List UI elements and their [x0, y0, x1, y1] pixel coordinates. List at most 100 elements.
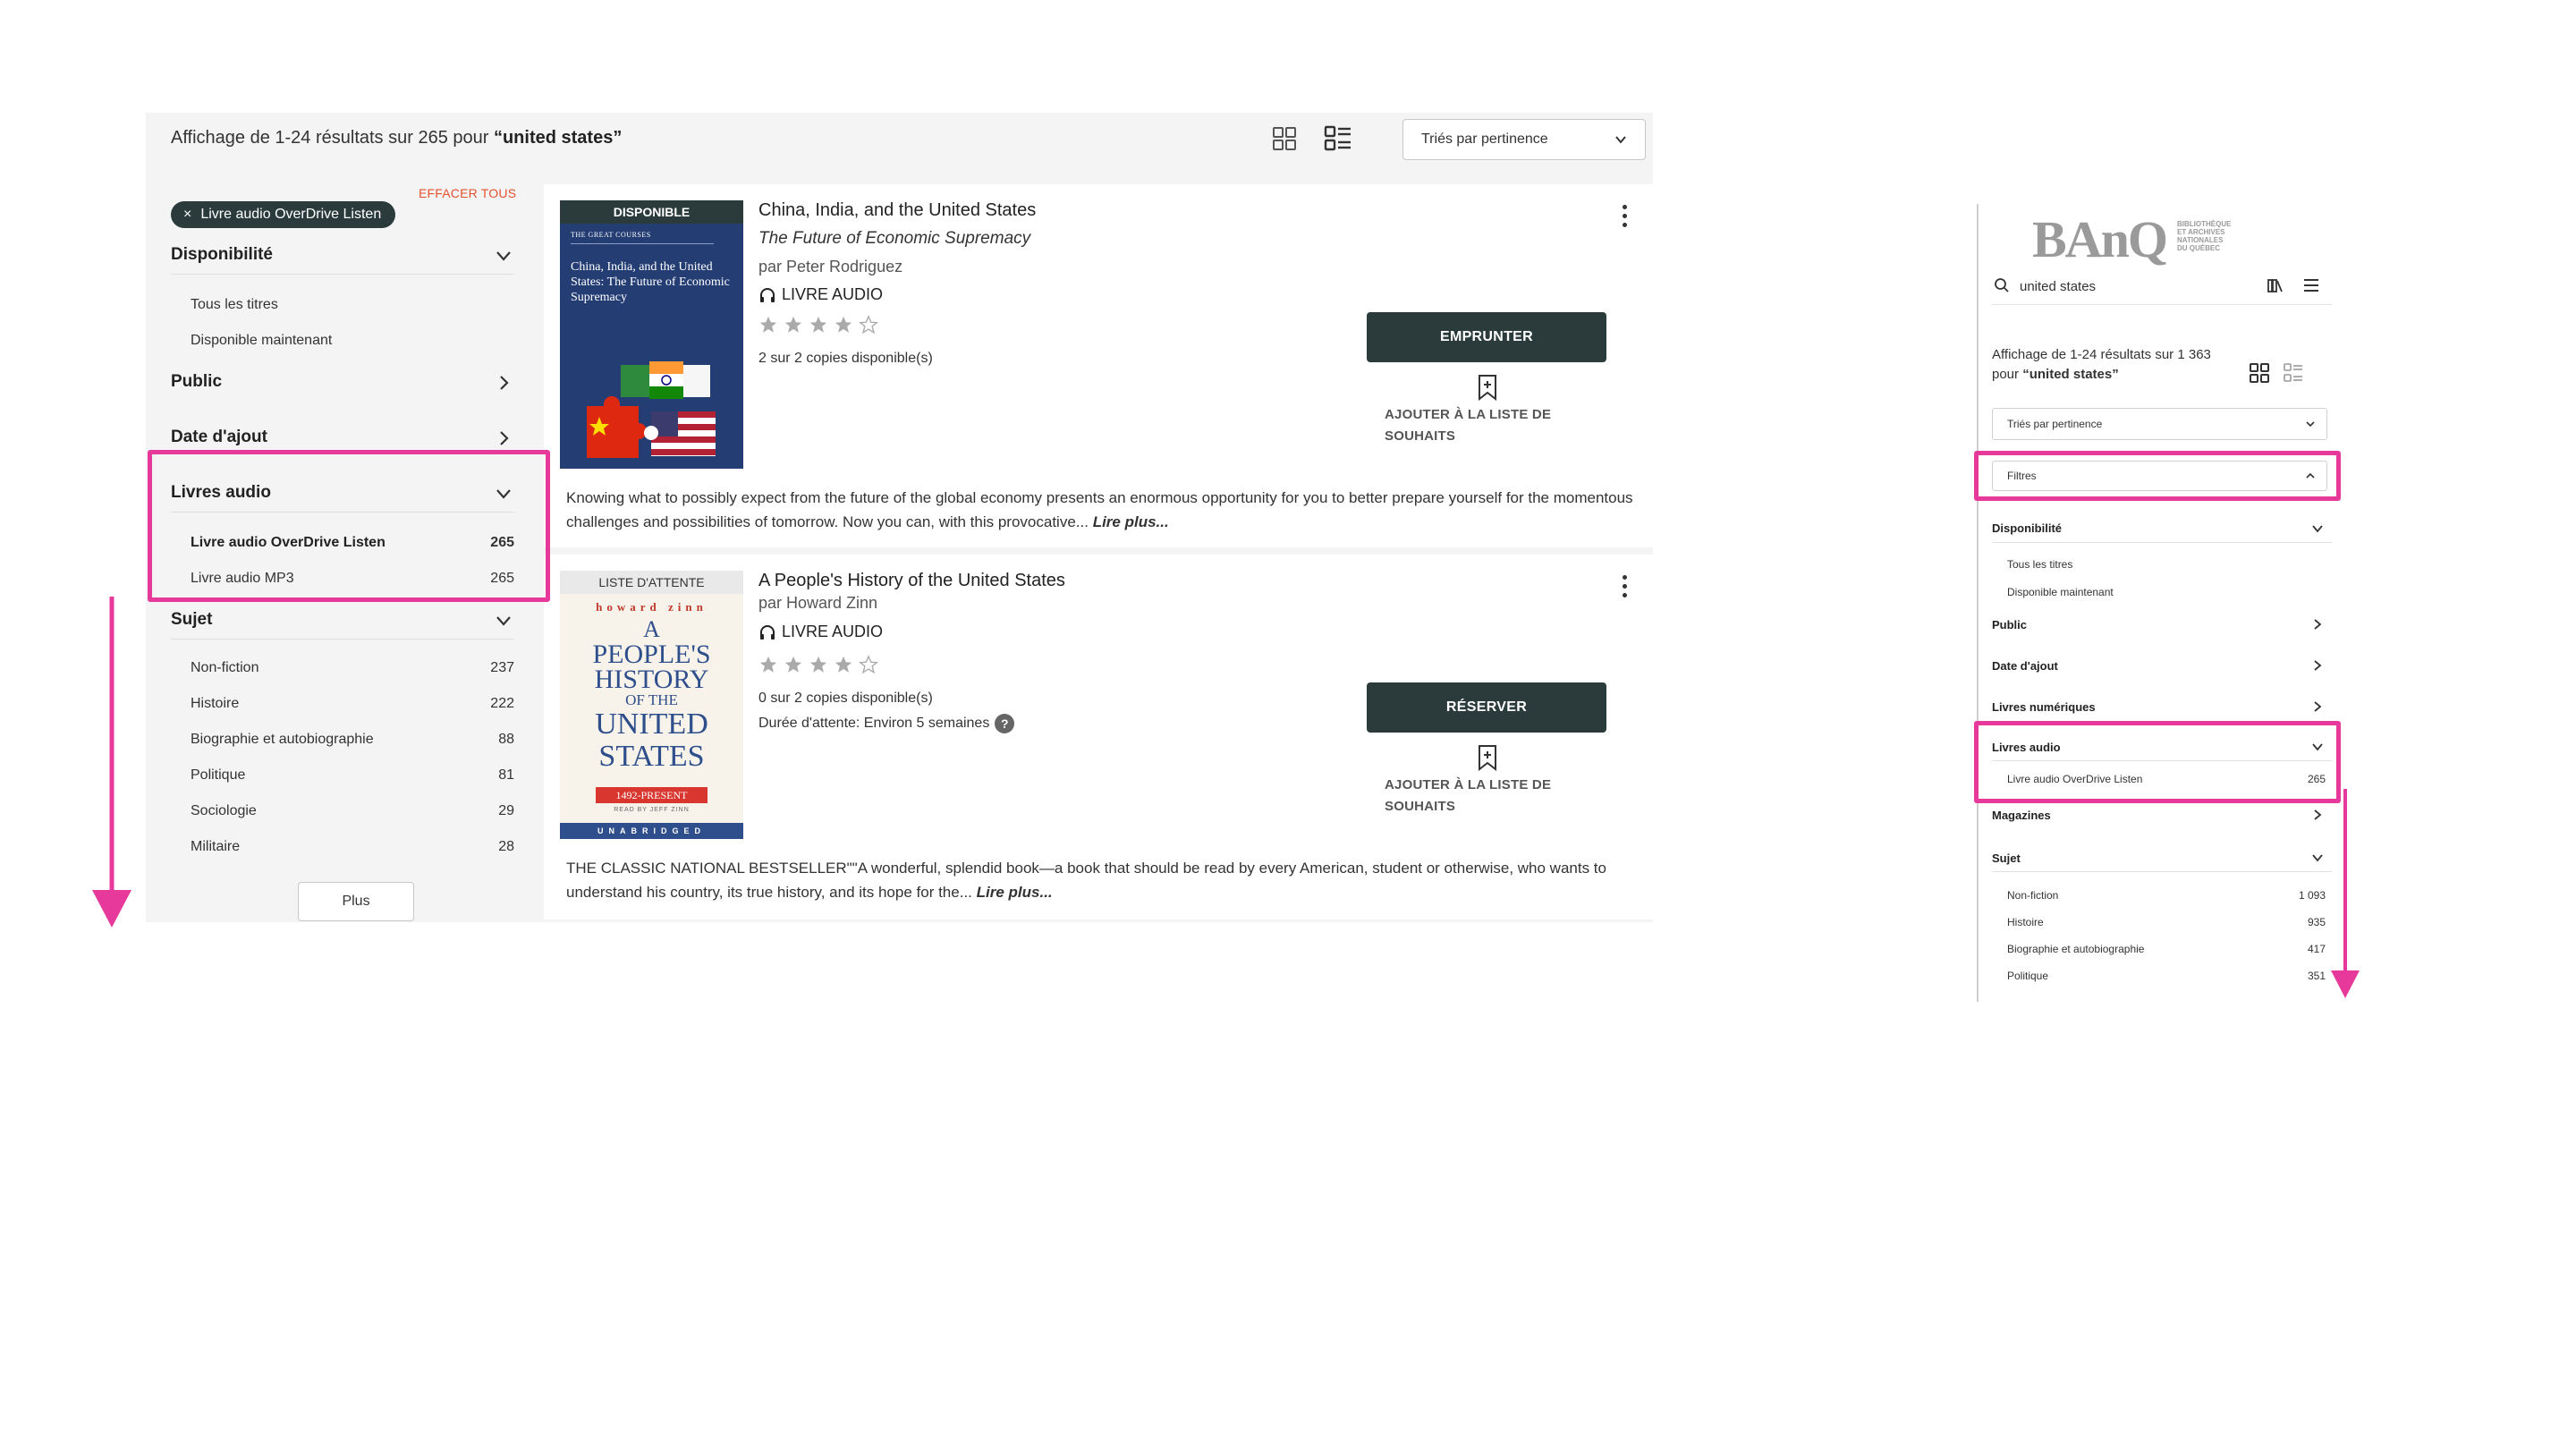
star-filled-icon: [835, 656, 852, 673]
search-icon[interactable]: [1994, 277, 2010, 293]
chevron-down-icon[interactable]: [2311, 522, 2324, 535]
facet-option-subject[interactable]: Histoire: [191, 696, 239, 712]
results-query: “united states”: [493, 128, 623, 148]
facet-option-subject[interactable]: Sociologie: [191, 803, 257, 819]
facet-option-available-now[interactable]: Disponible maintenant: [2007, 586, 2114, 598]
facet-availability-title[interactable]: Disponibilité: [1992, 521, 2062, 535]
library-icon[interactable]: [2267, 276, 2284, 294]
bookmark-add-icon[interactable]: [1477, 374, 1498, 401]
clear-all-filters-link[interactable]: EFFACER TOUS: [419, 186, 516, 200]
logo-subtitle-line: BIBLIOTHÈQUE: [2177, 220, 2232, 228]
more-options-button[interactable]: [1615, 572, 1633, 599]
chevron-right-icon[interactable]: [2311, 659, 2324, 672]
book-title-link[interactable]: A People's History of the United States: [758, 571, 1065, 591]
sort-select[interactable]: Triés par pertinence: [1402, 119, 1646, 160]
cover-title-line: STATES: [598, 740, 705, 773]
facet-date-added-title[interactable]: Date d'ajout: [1992, 659, 2058, 673]
hold-button[interactable]: RÉSERVER: [1367, 682, 1606, 733]
mobile-search-results: BAnQ BIBLIOTHÈQUE ET ARCHIVES NATIONALES…: [1977, 204, 2343, 1002]
highlight-box: [148, 450, 550, 602]
facet-count: 417: [2307, 943, 2326, 955]
copies-available: 0 sur 2 copies disponible(s): [758, 691, 933, 706]
facet-date-added-title[interactable]: Date d'ajout: [171, 428, 267, 447]
facet-option-all-titles[interactable]: Tous les titres: [2007, 558, 2072, 571]
remove-filter-icon[interactable]: ×: [183, 207, 191, 223]
chevron-right-icon[interactable]: [2311, 809, 2324, 821]
star-filled-icon: [784, 316, 802, 333]
facet-audience-title[interactable]: Public: [171, 372, 222, 392]
book-cover[interactable]: DISPONIBLE THE GREAT COURSES China, Indi…: [560, 200, 743, 469]
cover-author: howard zinn: [596, 600, 708, 614]
book-format: LIVRE AUDIO: [758, 623, 883, 641]
divider: [1992, 871, 2332, 872]
read-more-link[interactable]: Lire plus...: [977, 884, 1053, 901]
results-summary: Affichage de 1-24 résultats sur 265 pour…: [171, 128, 622, 148]
chevron-right-icon[interactable]: [495, 429, 513, 447]
facet-availability-title[interactable]: Disponibilité: [171, 245, 273, 265]
add-to-wishlist-link[interactable]: AJOUTER À LA LISTE DE SOUHAITS: [1385, 404, 1590, 447]
add-to-wishlist-link[interactable]: AJOUTER À LA LISTE DE SOUHAITS: [1385, 775, 1590, 818]
star-filled-icon: [809, 656, 827, 673]
facet-option-subject[interactable]: Biographie et autobiographie: [2007, 943, 2144, 955]
chevron-down-icon[interactable]: [2311, 852, 2324, 864]
facet-audience-title[interactable]: Public: [1992, 618, 2027, 631]
facet-option-subject[interactable]: Politique: [2007, 970, 2048, 982]
facet-option-subject[interactable]: Non-fiction: [191, 660, 258, 676]
result-card: LISTE D'ATTENTE howard zinn A PEOPLE'S H…: [544, 555, 1653, 919]
star-rating: [758, 315, 878, 335]
chevron-down-icon[interactable]: [495, 247, 513, 265]
facet-option-subject[interactable]: Non-fiction: [2007, 889, 2058, 902]
chevron-down-icon: [2306, 421, 2315, 428]
banq-logo[interactable]: BAnQ: [2032, 209, 2168, 269]
star-filled-icon: [784, 656, 802, 673]
list-icon[interactable]: [2283, 362, 2304, 384]
book-cover[interactable]: LISTE D'ATTENTE howard zinn A PEOPLE'S H…: [560, 571, 743, 839]
grid-view-button[interactable]: [1269, 123, 1300, 154]
wait-time: Durée d'attente: Environ 5 semaines ?: [758, 714, 1015, 733]
chevron-right-icon[interactable]: [495, 374, 513, 392]
facet-subject-title[interactable]: Sujet: [1992, 852, 2021, 865]
facet-digital-books-title[interactable]: Livres numériques: [1992, 700, 2096, 714]
facet-option-subject[interactable]: Histoire: [2007, 916, 2044, 928]
facet-option-all-titles[interactable]: Tous les titres: [191, 297, 278, 313]
chevron-right-icon[interactable]: [2311, 618, 2324, 631]
cover-title: China, India, and the United States: The…: [571, 260, 730, 304]
facet-option-subject[interactable]: Biographie et autobiographie: [191, 732, 374, 748]
search-input[interactable]: united states: [2020, 279, 2096, 294]
active-filter-chip[interactable]: × Livre audio OverDrive Listen: [171, 201, 396, 228]
highlight-box: [1974, 451, 2341, 501]
more-options-button[interactable]: [1615, 202, 1633, 229]
divider: [571, 243, 714, 244]
results-count-text: Affichage de 1-24 résultats sur 1 363: [1992, 347, 2211, 362]
headphones-icon: [760, 287, 775, 302]
highlight-box: [1974, 721, 2341, 803]
facet-magazines-title[interactable]: Magazines: [1992, 809, 2051, 822]
read-more-link[interactable]: Lire plus...: [1093, 513, 1169, 530]
grid-icon[interactable]: [2249, 362, 2270, 384]
star-empty-icon: [859, 315, 878, 335]
book-title-link[interactable]: China, India, and the United States: [758, 200, 1036, 221]
book-author-link[interactable]: par Peter Rodriguez: [758, 258, 902, 276]
facet-option-subject[interactable]: Politique: [191, 767, 245, 784]
more-subjects-button[interactable]: Plus: [298, 882, 414, 921]
divider: [1992, 304, 2332, 305]
logo-subtitle-line: ET ARCHIVES: [2177, 228, 2225, 236]
facet-count: 88: [498, 732, 514, 747]
help-icon[interactable]: ?: [995, 714, 1015, 733]
facet-option-available-now[interactable]: Disponible maintenant: [191, 333, 332, 349]
chevron-right-icon[interactable]: [2311, 700, 2324, 713]
borrow-button[interactable]: EMPRUNTER: [1367, 312, 1606, 362]
list-view-button[interactable]: [1323, 123, 1353, 154]
facet-count: 222: [490, 696, 514, 711]
book-author-link[interactable]: par Howard Zinn: [758, 594, 877, 613]
sort-select[interactable]: Triés par pertinence: [1992, 408, 2327, 440]
facet-subject-title[interactable]: Sujet: [171, 610, 212, 630]
facet-option-subject[interactable]: Militaire: [191, 839, 240, 855]
menu-icon[interactable]: [2302, 277, 2320, 293]
cover-title-line: A: [643, 616, 660, 642]
bookmark-add-icon[interactable]: [1477, 744, 1498, 771]
chevron-down-icon[interactable]: [495, 612, 513, 630]
description-text: THE CLASSIC NATIONAL BESTSELLER""A wonde…: [566, 860, 1606, 901]
sort-label: Triés par pertinence: [1421, 131, 1548, 147]
facet-count: 28: [498, 839, 514, 854]
